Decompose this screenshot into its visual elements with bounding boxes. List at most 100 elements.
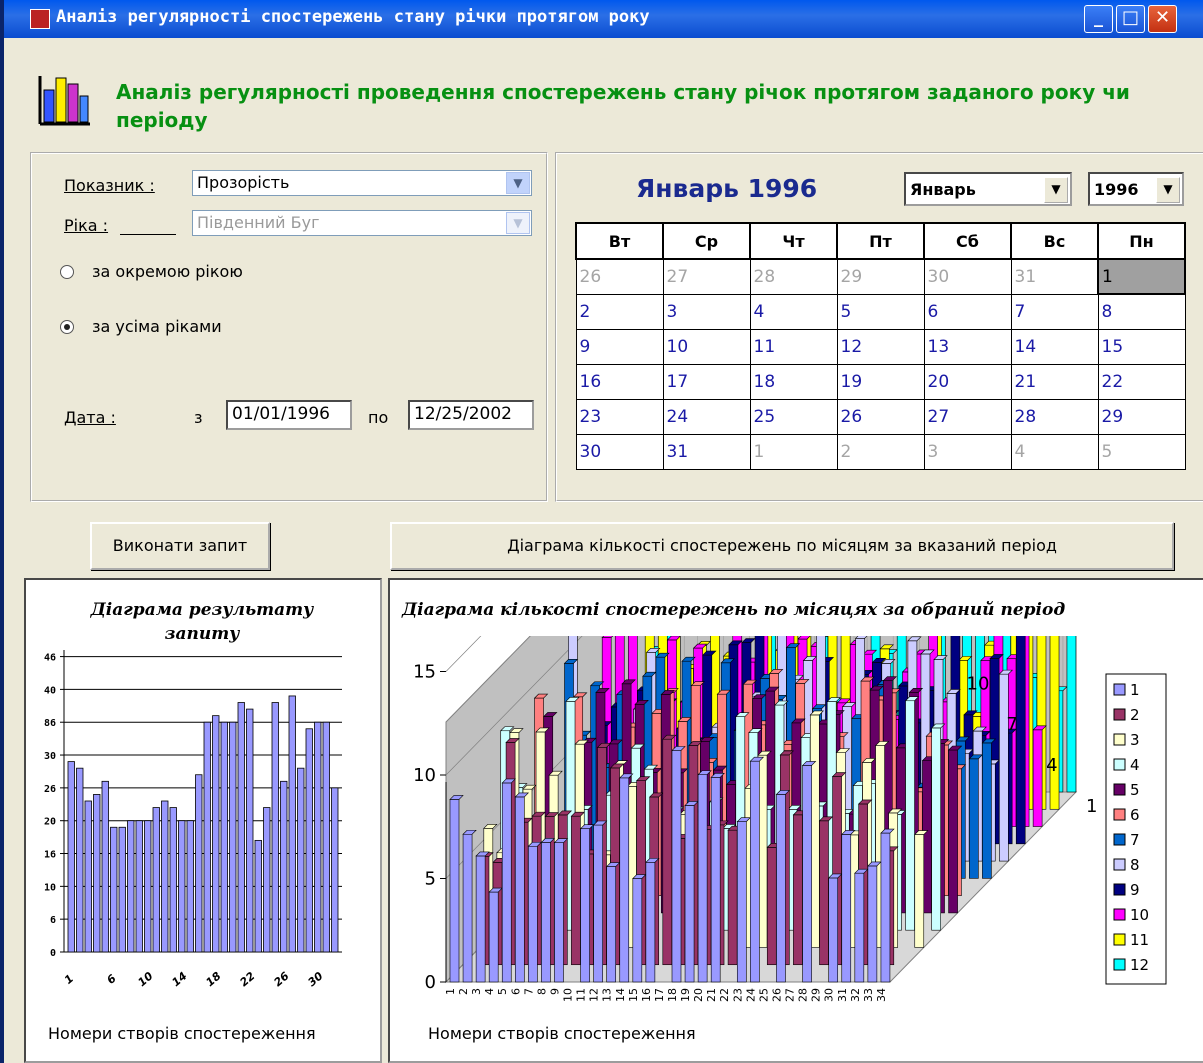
access-app-icon[interactable] (30, 9, 50, 29)
bar-3d (554, 842, 564, 983)
calendar-day[interactable]: 30 (575, 433, 664, 470)
calendar-day[interactable]: 1 (1097, 258, 1186, 295)
x-category-label: 3 (470, 988, 483, 995)
x-category-label: 21 (705, 988, 718, 1002)
bar-3d (580, 828, 590, 983)
maximize-button[interactable]: □ (1116, 5, 1145, 33)
legend-swatch (1113, 833, 1126, 846)
chevron-down-icon[interactable]: ▼ (1044, 177, 1068, 203)
calendar-day[interactable]: 30 (923, 258, 1012, 295)
calendar-day[interactable]: 23 (575, 398, 664, 435)
calendar-day[interactable]: 12 (836, 328, 925, 365)
x-category-label: 5 (496, 988, 509, 995)
date-from-input[interactable]: 01/01/1996 (226, 400, 352, 430)
bar-3d (488, 891, 499, 983)
calendar-day[interactable]: 3 (923, 433, 1012, 470)
radio-single-river[interactable] (60, 265, 74, 279)
bar (305, 728, 313, 953)
bar (186, 820, 194, 953)
calendar-day[interactable]: 25 (749, 398, 838, 435)
calendar-day[interactable]: 15 (1097, 328, 1186, 365)
bar (212, 715, 220, 953)
calendar-day[interactable]: 7 (1010, 293, 1099, 330)
legend-swatch (1113, 958, 1126, 971)
radio-single-label[interactable]: за окремою рікою (92, 262, 243, 281)
calendar-day[interactable]: 28 (749, 258, 838, 295)
chevron-down-icon[interactable]: ▼ (1156, 177, 1180, 203)
calendar-day[interactable]: 21 (1010, 363, 1099, 400)
calendar-day[interactable]: 13 (923, 328, 1012, 365)
calendar-day[interactable]: 29 (1097, 398, 1186, 435)
month-select[interactable]: Январь ▼ (904, 172, 1072, 206)
chart-report-icon (36, 72, 92, 128)
x-category-label: 28 (797, 988, 810, 1002)
calendar-day[interactable]: 28 (1010, 398, 1099, 435)
y-tick-label: 16 (44, 850, 56, 861)
calendar-day[interactable]: 8 (1097, 293, 1186, 330)
bar-3d (766, 847, 777, 966)
bar-3d (828, 877, 839, 983)
radio-all-rivers[interactable] (60, 320, 74, 334)
calendar-day[interactable]: 5 (1097, 433, 1186, 470)
calendar-day[interactable]: 27 (923, 398, 1012, 435)
calendar-day[interactable]: 18 (749, 363, 838, 400)
chevron-down-icon[interactable]: ▼ (506, 172, 530, 194)
date-to-input[interactable]: 12/25/2002 (408, 400, 534, 430)
calendar-day[interactable]: 2 (575, 293, 664, 330)
calendar-day[interactable]: 27 (662, 258, 751, 295)
close-button[interactable]: ✕ (1148, 5, 1177, 33)
radio-all-label[interactable]: за усіма ріками (92, 317, 222, 336)
legend-swatch (1113, 908, 1126, 921)
x-tick-label: 26 (271, 969, 291, 989)
title-bar[interactable]: Аналіз регулярності спостережень стану р… (4, 0, 1203, 38)
weekday-header: Ср (662, 222, 751, 260)
calendar-day[interactable]: 17 (662, 363, 751, 400)
bar (84, 800, 92, 953)
x-category-label: 9 (548, 988, 561, 995)
legend-swatch (1113, 858, 1126, 871)
bar (254, 839, 262, 953)
calendar-day[interactable]: 9 (575, 328, 664, 365)
calendar-day[interactable]: 22 (1097, 363, 1186, 400)
calendar-day[interactable]: 20 (923, 363, 1012, 400)
calendar-day[interactable]: 2 (836, 433, 925, 470)
calendar-day[interactable]: 16 (575, 363, 664, 400)
x-category-label: 12 (588, 988, 601, 1002)
calendar-day[interactable]: 6 (923, 293, 1012, 330)
calendar-day[interactable]: 26 (575, 258, 664, 295)
y-tick-label: 46 (44, 653, 56, 664)
bar (161, 800, 169, 953)
bar-3d (854, 872, 865, 983)
legend-label: 12 (1130, 956, 1149, 974)
calendar-day[interactable]: 10 (662, 328, 751, 365)
bar-3d (793, 814, 803, 966)
bar-3d (619, 777, 630, 983)
calendar-day[interactable]: 11 (749, 328, 838, 365)
calendar-day[interactable]: 19 (836, 363, 925, 400)
river-label-underline (120, 234, 176, 235)
run-query-button[interactable]: Виконати запит (90, 522, 270, 570)
bar (127, 820, 135, 953)
minimize-button[interactable]: _ (1084, 5, 1113, 33)
calendar-day[interactable]: 3 (662, 293, 751, 330)
left-chart-title: Діаграма результату запиту (90, 600, 314, 644)
bar-3d (1049, 636, 1060, 810)
bar (288, 695, 296, 953)
x-category-label: 4 (483, 988, 496, 995)
year-select[interactable]: 1996 ▼ (1088, 172, 1184, 206)
calendar-day[interactable]: 26 (836, 398, 925, 435)
calendar-day[interactable]: 4 (749, 293, 838, 330)
month-value: Январь (910, 180, 976, 199)
calendar-day[interactable]: 29 (836, 258, 925, 295)
calendar-day[interactable]: 31 (1010, 258, 1099, 295)
calendar-day[interactable]: 24 (662, 398, 751, 435)
calendar-day[interactable]: 5 (836, 293, 925, 330)
calendar-day[interactable]: 14 (1010, 328, 1099, 365)
calendar-day[interactable]: 31 (662, 433, 751, 470)
bar-3d (819, 820, 829, 966)
calendar-day[interactable]: 1 (749, 433, 838, 470)
z-tick-label: 15 (413, 662, 436, 683)
monthly-chart-button[interactable]: Діаграма кількості спостережень по місяц… (390, 522, 1174, 570)
indicator-select[interactable]: Прозорість ▼ (192, 170, 532, 196)
calendar-day[interactable]: 4 (1010, 433, 1099, 470)
